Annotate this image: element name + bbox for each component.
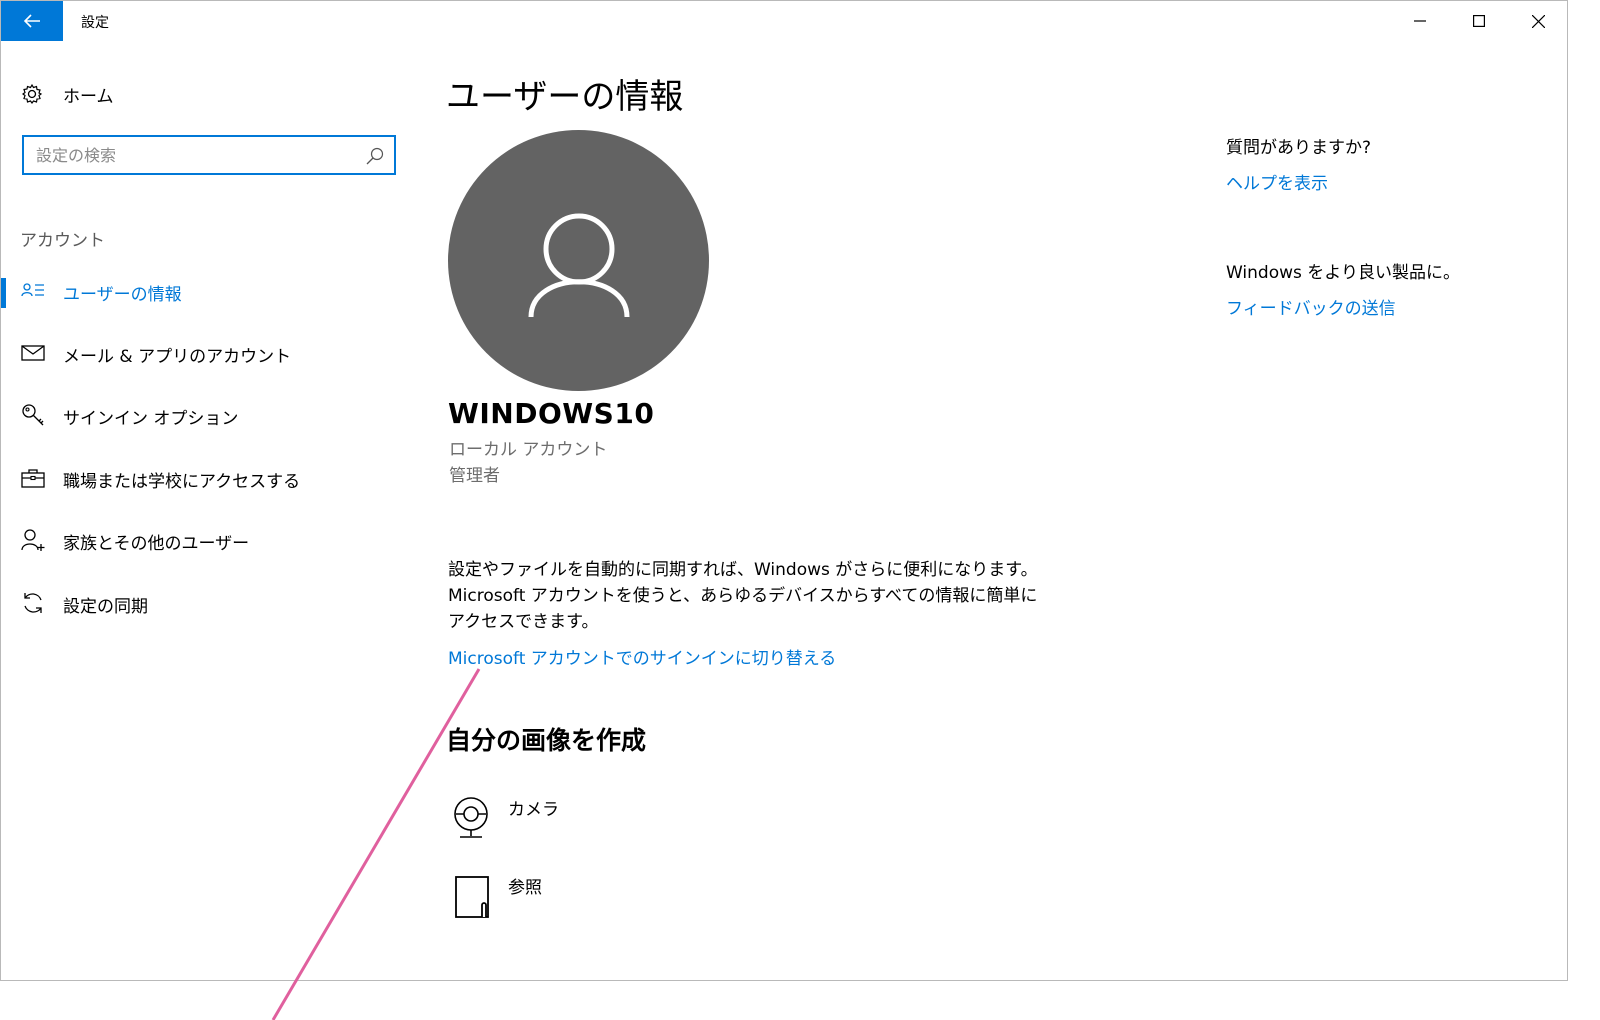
minimize-icon (1414, 20, 1426, 22)
sidebar-item-signin-options[interactable]: サインイン オプション (1, 395, 401, 435)
sidebar-item-mail-accounts[interactable]: メール & アプリのアカウント (1, 333, 401, 373)
help-question: 質問がありますか? (1226, 138, 1372, 158)
briefcase-icon (21, 466, 45, 490)
settings-window: 設定 ホーム アカウント (0, 0, 1568, 981)
avatar (448, 130, 709, 391)
back-arrow-icon (23, 14, 40, 28)
user-silhouette-icon (528, 213, 630, 318)
settings-search[interactable] (22, 135, 396, 175)
nav-home[interactable]: ホーム (21, 79, 114, 109)
window-title: 設定 (81, 15, 109, 31)
add-user-icon (21, 528, 45, 552)
nav-section-label: アカウント (20, 231, 105, 251)
account-type: ローカル アカウント (449, 440, 608, 460)
sidebar-item-user-info[interactable]: ユーザーの情報 (1, 271, 401, 311)
user-info-icon (21, 279, 45, 303)
sync-info-text: 設定やファイルを自動的に同期すれば、Windows がさらに便利になります。Mi… (448, 560, 1038, 632)
camera-icon (454, 797, 488, 838)
sidebar-item-label: 設定の同期 (63, 597, 148, 617)
switch-to-microsoft-account-link[interactable]: Microsoft アカウントでのサインインに切り替える (448, 644, 836, 669)
sidebar-item-family-users[interactable]: 家族とその他のユーザー (1, 520, 401, 560)
send-feedback-link[interactable]: フィードバックの送信 (1226, 294, 1396, 319)
gear-icon (22, 83, 43, 104)
maximize-button[interactable] (1450, 1, 1508, 41)
search-input[interactable] (36, 143, 356, 167)
minimize-button[interactable] (1391, 1, 1449, 41)
nav-home-label: ホーム (63, 86, 114, 107)
sidebar-item-label: ユーザーの情報 (63, 285, 182, 305)
sidebar-item-work-school[interactable]: 職場または学校にアクセスする (1, 458, 401, 498)
sidebar-item-label: 職場または学校にアクセスする (63, 472, 301, 492)
browse-option-label: 参照 (508, 878, 542, 898)
browse-icon (455, 876, 489, 918)
sidebar-item-sync-settings[interactable]: 設定の同期 (1, 583, 401, 623)
key-icon (21, 403, 45, 427)
sidebar-item-label: メール & アプリのアカウント (63, 347, 292, 367)
search-icon[interactable] (366, 147, 384, 165)
back-button[interactable] (1, 1, 63, 41)
close-button[interactable] (1509, 1, 1567, 41)
sync-icon (21, 591, 45, 615)
page-title: ユーザーの情報 (446, 77, 684, 117)
user-role: 管理者 (449, 466, 500, 486)
show-help-link[interactable]: ヘルプを表示 (1226, 169, 1328, 194)
maximize-icon (1473, 15, 1485, 27)
title-bar: 設定 (1, 1, 1567, 41)
close-icon (1531, 14, 1545, 28)
sidebar-item-label: サインイン オプション (63, 409, 239, 429)
user-name: WINDOWS10 (448, 397, 655, 430)
camera-option-label: カメラ (508, 800, 559, 820)
mail-icon (21, 341, 45, 365)
sidebar-item-label: 家族とその他のユーザー (63, 534, 250, 554)
feedback-text: Windows をより良い製品に。 (1226, 263, 1460, 283)
picture-section-title: 自分の画像を作成 (446, 726, 647, 755)
